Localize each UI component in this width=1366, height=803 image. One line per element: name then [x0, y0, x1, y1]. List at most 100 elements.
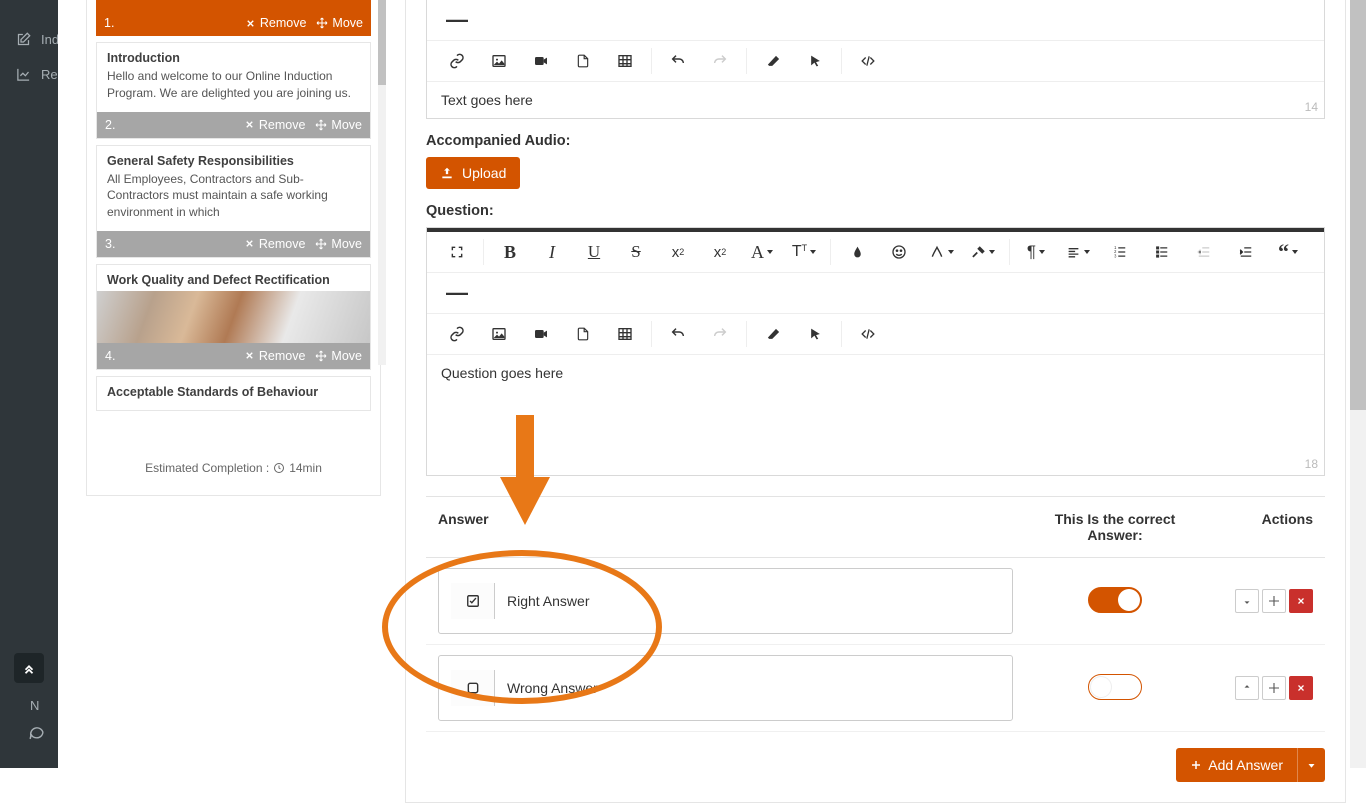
outdent-icon[interactable] [1184, 236, 1224, 268]
hr-icon[interactable]: — [437, 4, 477, 36]
add-answer-dropdown[interactable] [1297, 748, 1325, 782]
char-count: 18 [1305, 457, 1318, 471]
caret-down-icon [1307, 761, 1316, 770]
slide-footer-2: 2. Remove Move [97, 112, 370, 138]
close-icon [1296, 683, 1306, 693]
subscript-icon[interactable]: x2 [658, 236, 698, 268]
nav-reports[interactable]: Repo [0, 57, 58, 92]
answer-text[interactable]: Wrong Answer [495, 670, 1000, 706]
list-ol-icon[interactable]: 123 [1100, 236, 1140, 268]
superscript-icon[interactable]: x2 [700, 236, 740, 268]
chart-icon [16, 67, 31, 82]
slide-move[interactable]: Move [316, 16, 363, 30]
slide-remove[interactable]: Remove [244, 237, 306, 251]
underline-icon[interactable]: U [574, 236, 614, 268]
q-toolbar-row1b: — [427, 273, 1324, 314]
video-icon[interactable] [521, 318, 561, 350]
slide-remove[interactable]: Remove [245, 16, 307, 30]
slide-number: 1. [104, 16, 235, 30]
upload-button[interactable]: Upload [426, 157, 520, 189]
inline-style-icon[interactable] [963, 236, 1003, 268]
page-scrollbar-thumb[interactable] [1350, 0, 1366, 410]
slide-card-4[interactable]: Work Quality and Defect Rectification 4.… [96, 264, 371, 370]
video-icon[interactable] [521, 45, 561, 77]
undo-icon[interactable] [658, 45, 698, 77]
slide-move[interactable]: Move [315, 118, 362, 132]
main-content: — Text goes here 14 Accompanied Aud [405, 0, 1346, 768]
paragraph-format-icon[interactable]: ¶ [1016, 236, 1056, 268]
file-icon[interactable] [563, 45, 603, 77]
slide-text: All Employees, Contractors and Sub-Contr… [107, 171, 360, 221]
answer-checkbox[interactable] [451, 670, 495, 706]
redo-icon[interactable] [700, 45, 740, 77]
align-icon[interactable] [1058, 236, 1098, 268]
slide-move[interactable]: Move [315, 349, 362, 363]
undo-icon[interactable] [658, 318, 698, 350]
upload-icon [440, 166, 454, 180]
font-family-icon[interactable]: A [742, 236, 782, 268]
font-size-icon[interactable]: TT [784, 236, 824, 268]
strike-icon[interactable]: S [616, 236, 656, 268]
bold-icon[interactable]: B [490, 236, 530, 268]
correct-toggle[interactable] [1088, 587, 1142, 613]
add-answer-button[interactable]: Add Answer [1176, 748, 1297, 782]
slide-move[interactable]: Move [315, 237, 362, 251]
answer-input-group: Wrong Answer [438, 655, 1013, 721]
hr-icon[interactable]: — [437, 277, 477, 309]
slide-card-3[interactable]: General Safety Responsibilities All Empl… [96, 145, 371, 258]
list-ul-icon[interactable] [1142, 236, 1182, 268]
inline-class-icon[interactable] [921, 236, 961, 268]
answer-text[interactable]: Right Answer [495, 583, 1000, 619]
nav-label: Induc [41, 32, 58, 47]
link-icon[interactable] [437, 318, 477, 350]
close-icon [244, 350, 255, 361]
nav-inductions[interactable]: Induc [0, 22, 58, 57]
eraser-icon[interactable] [753, 318, 793, 350]
slides-scrollbar-thumb[interactable] [378, 0, 386, 85]
image-icon[interactable] [479, 45, 519, 77]
move-up-button[interactable] [1235, 676, 1259, 700]
question-content[interactable]: Question goes here [427, 355, 1324, 475]
eraser-icon[interactable] [753, 45, 793, 77]
row-actions [1205, 662, 1325, 714]
slide-card-5[interactable]: Acceptable Standards of Behaviour [96, 376, 371, 411]
code-icon[interactable] [848, 318, 888, 350]
move-icon [1268, 595, 1280, 607]
emoji-icon[interactable] [879, 236, 919, 268]
table-icon[interactable] [605, 45, 645, 77]
answers-header: Answer This Is the correct Answer: Actio… [426, 496, 1325, 558]
slide-remove[interactable]: Remove [244, 118, 306, 132]
bottom-letter: N [30, 698, 39, 713]
editor-panel: — Text goes here 14 Accompanied Aud [405, 0, 1346, 803]
fullscreen-icon[interactable] [437, 236, 477, 268]
select-icon[interactable] [795, 318, 835, 350]
select-icon[interactable] [795, 45, 835, 77]
redo-icon[interactable] [700, 318, 740, 350]
link-icon[interactable] [437, 45, 477, 77]
color-icon[interactable] [837, 236, 877, 268]
delete-button[interactable] [1289, 589, 1313, 613]
code-icon[interactable] [848, 45, 888, 77]
slide-card-2[interactable]: Introduction Hello and welcome to our On… [96, 42, 371, 139]
table-icon[interactable] [605, 318, 645, 350]
close-icon [244, 238, 255, 249]
slide-title: Introduction [107, 51, 360, 65]
scroll-top-button[interactable] [14, 653, 44, 683]
drag-button[interactable] [1262, 589, 1286, 613]
correct-toggle[interactable] [1088, 674, 1142, 700]
delete-button[interactable] [1289, 676, 1313, 700]
drag-button[interactable] [1262, 676, 1286, 700]
italic-icon[interactable]: I [532, 236, 572, 268]
slide-card-1-top [96, 0, 371, 10]
file-icon[interactable] [563, 318, 603, 350]
answer-checkbox[interactable] [451, 583, 495, 619]
slide-title: Acceptable Standards of Behaviour [107, 385, 360, 399]
image-icon[interactable] [479, 318, 519, 350]
chat-icon[interactable] [28, 724, 45, 741]
editor-toolbar-row1: — [427, 0, 1324, 41]
indent-icon[interactable] [1226, 236, 1266, 268]
slide-remove[interactable]: Remove [244, 349, 306, 363]
quote-icon[interactable]: “ [1268, 236, 1308, 268]
move-down-button[interactable] [1235, 589, 1259, 613]
editor-content[interactable]: Text goes here [427, 82, 1324, 118]
